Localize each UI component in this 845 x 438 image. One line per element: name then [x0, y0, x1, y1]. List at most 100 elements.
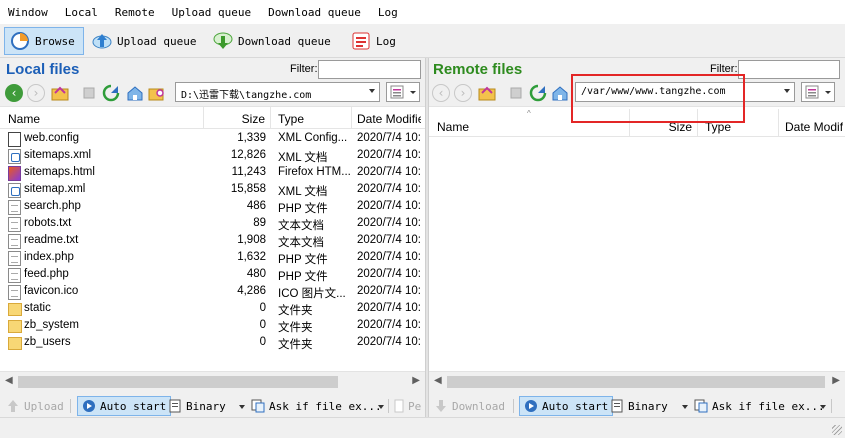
column-header-name[interactable]: Name [8, 107, 198, 129]
forward-arrow-icon[interactable]: › [454, 84, 472, 102]
menu-item-upload-queue[interactable]: Upload queue [172, 6, 251, 19]
file-exists-dropdown[interactable]: Ask if file ex... [251, 396, 382, 416]
local-files-panel: Local files Filter: ‹ › D:\迅雷下载\tangzhe.… [0, 58, 425, 393]
scroll-thumb[interactable] [18, 376, 338, 388]
table-row[interactable]: sitemaps.xml 12,826 XML 文档 2020/7/4 10: [0, 148, 425, 165]
table-row[interactable]: sitemap.xml 15,858 XML 文档 2020/7/4 10: [0, 182, 425, 199]
log-button[interactable]: Log [346, 27, 400, 55]
local-filter-input[interactable] [318, 60, 421, 79]
find-folder-icon[interactable] [148, 84, 166, 102]
table-row[interactable]: favicon.ico 4,286 ICO 图片文... 2020/7/4 10: [0, 284, 425, 301]
scroll-right-icon[interactable]: ▶ [412, 375, 420, 386]
chevron-down-icon [784, 89, 790, 93]
scroll-left-icon[interactable]: ◀ [5, 375, 13, 386]
download-label: Download [452, 399, 505, 413]
table-row[interactable]: static 0 文件夹 2020/7/4 10: [0, 301, 425, 318]
column-header-date[interactable]: Date Modified [785, 115, 843, 137]
file-date-cell: 2020/7/4 10: [357, 149, 421, 161]
local-view-button[interactable] [386, 82, 420, 102]
file-type-cell: 文件夹 [278, 305, 313, 317]
file-type-cell: PHP 文件 [278, 203, 328, 215]
local-queue-bar: Upload Auto start Binary Ask if file ex.… [0, 393, 425, 417]
parent-folder-icon[interactable] [478, 84, 496, 102]
column-header-size[interactable]: Size [634, 115, 692, 137]
column-header-type[interactable]: Type [705, 115, 775, 137]
chevron-down-icon[interactable] [682, 405, 688, 409]
local-path-combobox[interactable]: D:\迅雷下载\tangzhe.com [175, 82, 380, 102]
scroll-thumb[interactable] [447, 376, 825, 388]
column-header-size[interactable]: Size [205, 107, 265, 129]
table-row[interactable]: readme.txt 1,908 文本文档 2020/7/4 10: [0, 233, 425, 250]
home-icon[interactable] [551, 84, 569, 102]
table-row[interactable]: sitemaps.html 11,243 Firefox HTM... 2020/7/… [0, 165, 425, 182]
resize-grip[interactable] [832, 425, 842, 435]
auto-start-icon [524, 399, 538, 413]
remote-view-button[interactable] [801, 82, 835, 102]
local-list-header: Name Size Type Date Modified [0, 107, 425, 129]
binary-label: Binary [186, 399, 226, 413]
local-file-list[interactable]: Name Size Type Date Modified web.config 1… [0, 106, 425, 391]
stop-icon[interactable] [80, 84, 98, 102]
download-queue-button[interactable]: Download queue [208, 27, 335, 55]
file-size-cell: 1,339 [237, 132, 266, 144]
menu-item-log[interactable]: Log [378, 6, 398, 19]
local-horizontal-scrollbar[interactable]: ◀ ▶ [0, 371, 425, 391]
transfer-mode-dropdown[interactable]: Binary [168, 396, 226, 416]
remote-file-list[interactable]: Name ^ Size Type Date Modified ◀ ▶ [429, 106, 845, 391]
column-header-name[interactable]: Name [437, 115, 567, 137]
file-size-cell: 486 [246, 200, 266, 212]
table-row[interactable]: zb_users 0 文件夹 2020/7/4 10: [0, 335, 425, 352]
table-row[interactable]: web.config 1,339 XML Config... 2020/7/4 10: [0, 131, 425, 148]
home-icon[interactable] [126, 84, 144, 102]
scroll-right-icon[interactable]: ▶ [832, 375, 840, 386]
forward-arrow-icon[interactable]: › [27, 84, 45, 102]
table-row[interactable]: index.php 1,632 PHP 文件 2020/7/4 10: [0, 250, 425, 267]
chevron-down-icon[interactable] [820, 405, 826, 409]
file-date-cell: 2020/7/4 10: [357, 234, 421, 246]
refresh-icon[interactable] [102, 84, 120, 102]
remote-files-title: Remote files [433, 61, 523, 78]
back-arrow-icon[interactable]: ‹ [5, 84, 23, 102]
browse-button[interactable]: Browse [4, 27, 84, 55]
binary-label: Binary [628, 399, 668, 413]
back-arrow-icon[interactable]: ‹ [432, 84, 450, 102]
file-date-cell: 2020/7/4 10: [357, 302, 421, 314]
stop-icon[interactable] [507, 84, 525, 102]
transfer-mode-dropdown[interactable]: Binary [610, 396, 668, 416]
file-date-cell: 2020/7/4 10: [357, 336, 421, 348]
auto-start-button[interactable]: Auto start [519, 396, 614, 416]
upload-queue-button[interactable]: Upload queue [87, 27, 200, 55]
upload-button[interactable]: Upload [6, 396, 64, 416]
browse-icon [9, 30, 31, 52]
file-type-cell: 文件夹 [278, 322, 313, 334]
remote-horizontal-scrollbar[interactable]: ◀ ▶ [429, 371, 845, 391]
file-exists-dropdown[interactable]: Ask if file ex... [694, 396, 825, 416]
document-file-icon [8, 285, 21, 300]
column-header-date[interactable]: Date Modified [357, 107, 421, 129]
menu-item-remote[interactable]: Remote [115, 6, 155, 19]
file-size-cell: 0 [259, 319, 266, 331]
menu-item-local[interactable]: Local [65, 6, 98, 19]
remote-path-value: /var/www/www.tangzhe.com [581, 86, 726, 97]
chevron-down-icon[interactable] [239, 405, 245, 409]
chevron-down-icon[interactable] [378, 405, 384, 409]
table-row[interactable]: feed.php 480 PHP 文件 2020/7/4 10: [0, 267, 425, 284]
parent-folder-icon[interactable] [51, 84, 69, 102]
menu-item-download-queue[interactable]: Download queue [268, 6, 361, 19]
remote-path-combobox[interactable]: /var/www/www.tangzhe.com [575, 82, 795, 102]
column-header-type[interactable]: Type [278, 107, 348, 129]
refresh-icon[interactable] [529, 84, 547, 102]
auto-start-button[interactable]: Auto start [77, 396, 172, 416]
log-icon [350, 30, 372, 52]
remote-filter-input[interactable] [738, 60, 840, 79]
menu-item-window[interactable]: Window [8, 6, 48, 19]
upload-arrow-icon [6, 399, 20, 413]
table-row[interactable]: zb_system 0 文件夹 2020/7/4 10: [0, 318, 425, 335]
scroll-left-icon[interactable]: ◀ [434, 375, 442, 386]
local-nav-row: ‹ › D:\迅雷下载\tangzhe.com [0, 82, 425, 104]
table-row[interactable]: search.php 486 PHP 文件 2020/7/4 10: [0, 199, 425, 216]
download-button[interactable]: Download [434, 396, 505, 416]
table-row[interactable]: robots.txt 89 文本文档 2020/7/4 10: [0, 216, 425, 233]
properties-button[interactable]: Pe [394, 396, 421, 416]
remote-list-header: Name ^ Size Type Date Modified [429, 109, 845, 137]
